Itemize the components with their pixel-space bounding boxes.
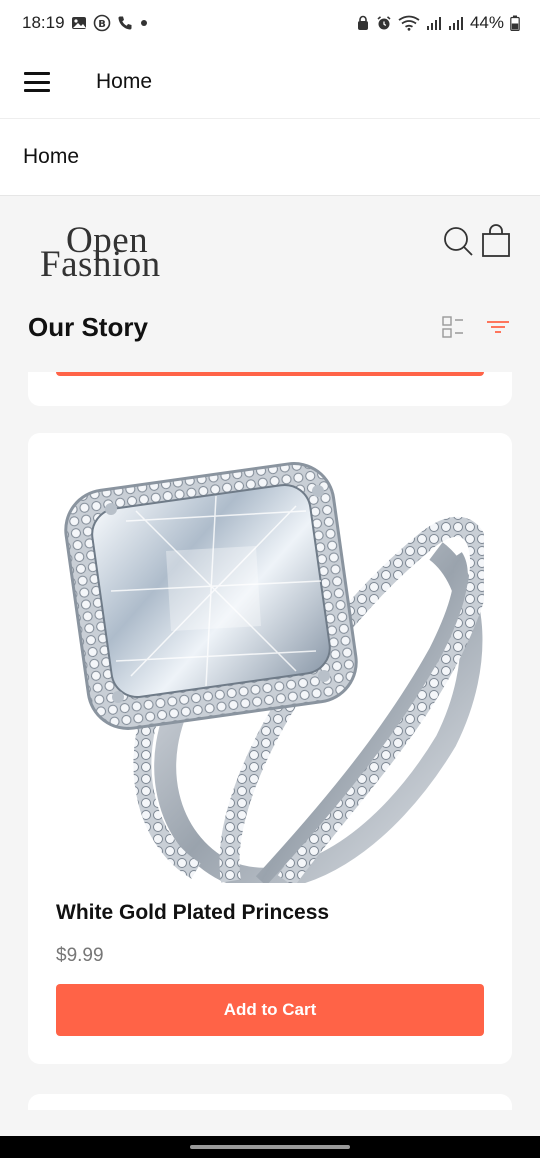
- gallery-icon: [71, 16, 87, 30]
- product-name[interactable]: White Gold Plated Princess: [56, 901, 329, 925]
- phone-icon: [117, 15, 133, 31]
- battery-icon: [510, 15, 520, 31]
- brand-logo[interactable]: Open Fashion: [40, 222, 190, 285]
- wifi-icon: [398, 15, 420, 31]
- product-card-previous: [28, 372, 512, 406]
- brand-header: Open Fashion: [0, 196, 540, 296]
- list-view-icon[interactable]: [440, 314, 466, 340]
- status-bar: 18:19 B 44%: [0, 0, 540, 46]
- status-left: 18:19 B: [22, 13, 149, 33]
- page-header: Home: [0, 118, 540, 196]
- product-list[interactable]: White Gold Plated Princess $9.99 Add to …: [0, 372, 540, 1110]
- search-icon[interactable]: [442, 224, 474, 258]
- b-badge-icon: B: [93, 14, 111, 32]
- signal-icon: [448, 15, 464, 31]
- status-time: 18:19: [22, 13, 65, 32]
- signal-icon: [426, 15, 442, 31]
- add-to-cart-button[interactable]: Add to Cart: [56, 984, 484, 1036]
- status-right: 44%: [356, 13, 520, 33]
- home-indicator[interactable]: [190, 1145, 350, 1149]
- system-nav-bar: [0, 1136, 540, 1158]
- add-to-cart-button-partial[interactable]: [56, 372, 484, 376]
- shopping-bag-icon[interactable]: [480, 224, 512, 258]
- app-bar-title: Home: [96, 70, 153, 93]
- hamburger-menu-icon[interactable]: [24, 72, 50, 92]
- svg-text:B: B: [98, 19, 106, 30]
- page-title: Home: [23, 145, 80, 168]
- alarm-icon: [376, 15, 392, 31]
- header-actions: [442, 224, 512, 258]
- product-price: $9.99: [56, 945, 104, 966]
- app-bar: Home: [0, 46, 540, 118]
- battery-percent: 44%: [469, 13, 504, 32]
- section-title: Our Story: [28, 312, 148, 342]
- brand-logo-line2: Fashion: [40, 244, 161, 285]
- product-card-next[interactable]: [28, 1094, 512, 1110]
- section-header: Our Story: [0, 300, 540, 356]
- lock-icon: [356, 15, 370, 31]
- filter-icon[interactable]: [484, 314, 512, 340]
- diamond-ring-image[interactable]: [56, 461, 484, 883]
- product-card[interactable]: White Gold Plated Princess $9.99 Add to …: [28, 433, 512, 1064]
- dot-icon: [139, 18, 149, 28]
